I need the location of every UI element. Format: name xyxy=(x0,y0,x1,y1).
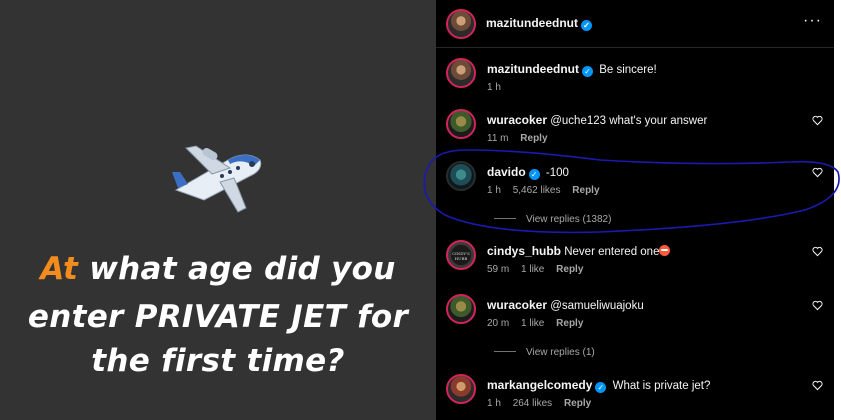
like-heart-icon[interactable] xyxy=(812,300,823,311)
more-options-icon[interactable]: ··· xyxy=(803,12,822,30)
view-replies-button[interactable]: View replies (1382) xyxy=(494,214,611,225)
comment-likes[interactable]: 5,462 likes xyxy=(513,185,561,196)
verified-badge-icon: ✓ xyxy=(582,66,593,77)
like-heart-icon[interactable] xyxy=(812,115,823,126)
comment-time: 1 h xyxy=(487,398,501,409)
headline-line-3: the first time? xyxy=(91,343,345,379)
header-username[interactable]: mazitundeednut ✓ xyxy=(486,16,595,31)
comment-line: cindys_hubb Never entered one xyxy=(487,244,671,258)
header-username-text: mazitundeednut xyxy=(486,16,578,30)
post-image: At what age did you enter PRIVATE JET fo… xyxy=(0,0,436,420)
comment-likes[interactable]: 264 likes xyxy=(513,398,552,409)
comment-username[interactable]: davido xyxy=(487,165,526,179)
comment-username[interactable]: markangelcomedy xyxy=(487,378,592,392)
like-heart-icon[interactable] xyxy=(812,167,823,178)
comment-username[interactable]: cindys_hubb xyxy=(487,244,561,258)
comment-text: @samueliwuajoku xyxy=(550,300,644,312)
comment-time: 20 m xyxy=(487,318,510,329)
avatar[interactable] xyxy=(446,9,476,39)
comment-meta: 11 m Reply xyxy=(487,133,557,144)
view-replies-label: View replies (1382) xyxy=(526,214,612,225)
like-heart-icon[interactable] xyxy=(812,246,823,257)
like-heart-icon[interactable] xyxy=(812,380,823,391)
comment-line: wuracoker @uche123 what's your answer xyxy=(487,113,707,127)
comment-meta: 1 h 264 likes Reply xyxy=(487,398,600,409)
comment-time: 59 m xyxy=(487,264,510,275)
page-margin xyxy=(834,0,841,420)
reply-button[interactable]: Reply xyxy=(520,133,547,144)
comment-time: 1 h xyxy=(487,185,501,196)
avatar[interactable] xyxy=(446,58,476,88)
comment-line: mazitundeednut ✓ Be sincere! xyxy=(487,62,657,77)
avatar[interactable] xyxy=(446,161,476,191)
comment-text: Never entered one xyxy=(564,246,660,258)
comment-text: Be sincere! xyxy=(599,64,657,76)
divider xyxy=(494,351,516,352)
headline-line-1-text: what age did you xyxy=(78,251,396,287)
verified-badge-icon: ✓ xyxy=(581,20,592,31)
reply-button[interactable]: Reply xyxy=(564,398,591,409)
comment-text: @uche123 what's your answer xyxy=(550,115,708,127)
divider xyxy=(494,218,516,219)
comment-username[interactable]: wuracoker xyxy=(487,298,547,312)
avatar[interactable] xyxy=(446,374,476,404)
verified-badge-icon: ✓ xyxy=(528,169,540,180)
grimace-emoji-icon xyxy=(659,245,671,256)
headline-line-1: At what age did you xyxy=(0,251,436,287)
verified-badge-icon: ✓ xyxy=(595,382,607,393)
comment-line: davido ✓ -100 xyxy=(487,165,569,180)
comment-text: -100 xyxy=(545,167,569,179)
comment-meta: 59 m 1 like Reply xyxy=(487,264,592,275)
comment-time: 11 m xyxy=(487,133,509,144)
view-replies-button[interactable]: View replies (1) xyxy=(494,347,595,358)
comment-meta: 1 h xyxy=(487,82,510,93)
headline-accent: At xyxy=(40,251,79,287)
avatar-logo-text: CINDY'S HUBB xyxy=(452,251,470,261)
reply-button[interactable]: Reply xyxy=(556,264,583,275)
airplane-icon xyxy=(172,145,262,213)
comment-likes[interactable]: 1 like xyxy=(521,318,544,329)
headline-line-2: enter PRIVATE JET for xyxy=(27,299,409,335)
comment-username[interactable]: mazitundeednut xyxy=(487,62,579,76)
avatar[interactable] xyxy=(446,294,476,324)
post-header: mazitundeednut ✓ ··· xyxy=(436,0,834,48)
comments-panel: mazitundeednut ✓ ··· mazitundeednut ✓ Be s… xyxy=(436,0,834,420)
reply-button[interactable]: Reply xyxy=(556,318,583,329)
comment-line: wuracoker @samueliwuajoku xyxy=(487,298,644,312)
comment-line: markangelcomedy ✓ What is private jet? xyxy=(487,378,710,393)
view-replies-label: View replies (1) xyxy=(526,347,595,358)
avatar[interactable]: CINDY'S HUBB xyxy=(446,240,476,270)
comment-meta: 1 h 5,462 likes Reply xyxy=(487,185,609,196)
avatar[interactable] xyxy=(446,109,476,139)
comment-likes[interactable]: 1 like xyxy=(521,264,544,275)
comment-username[interactable]: wuracoker xyxy=(487,113,547,127)
comment-meta: 20 m 1 like Reply xyxy=(487,318,592,329)
comment-text: What is private jet? xyxy=(612,380,711,392)
comment-time: 1 h xyxy=(487,82,501,93)
reply-button[interactable]: Reply xyxy=(572,185,599,196)
